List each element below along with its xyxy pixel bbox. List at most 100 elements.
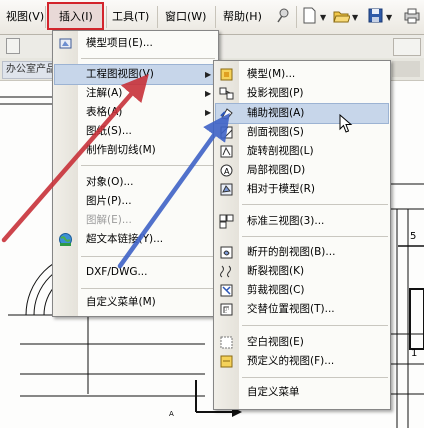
submenu-item-break-view[interactable]: 断裂视图(K) <box>214 262 390 281</box>
standard-3-view-icon <box>219 214 234 229</box>
insert-menu: 模型项目(E)... 工程图视图(V) ▶ 注解(A) ▶ 表格(A) ▶ 图纸… <box>52 30 219 317</box>
aligned-section-icon <box>220 145 233 158</box>
menu-item-label: 自定义菜单 <box>247 386 300 398</box>
submenu-item-projected-view[interactable]: 投影视图(P) <box>214 84 390 103</box>
menu-item-label: 工程图视图(V) <box>86 68 154 80</box>
drawing-view-submenu: 模型(M)... 投影视图(P) 辅助视图(A) 剖面视图(S) 旋转剖视图(L… <box>213 60 391 410</box>
detail-view-icon: A <box>220 164 233 177</box>
menu-item-label: 辅助视图(A) <box>247 107 305 119</box>
open-folder-icon[interactable] <box>333 6 350 25</box>
menu-item-tables[interactable]: 表格(A) ▶ <box>53 103 218 122</box>
menu-item-label: 注解(A) <box>86 87 123 99</box>
model-items-icon <box>59 38 72 49</box>
mouse-cursor-icon <box>339 114 353 133</box>
menu-item-section-line[interactable]: 制作剖切线(M) <box>53 141 218 160</box>
corner-mark: A <box>169 410 174 418</box>
submenu-arrow-icon: ▶ <box>205 89 212 98</box>
menu-item-label: 标准三视图(3)... <box>247 215 325 227</box>
menu-item-label: 模型(M)... <box>247 68 296 80</box>
menu-item-drawing-view[interactable]: 工程图视图(V) ▶ <box>54 64 217 85</box>
menu-item-label: 制作剖切线(M) <box>86 144 156 156</box>
submenu-item-alternate-position[interactable]: 交替位置视图(T)... <box>214 300 390 319</box>
menu-item-label: DXF/DWG... <box>86 266 148 278</box>
menu-separator <box>106 6 107 28</box>
projected-view-icon <box>219 87 234 100</box>
submenu-item-detail-view[interactable]: A 局部视图(D) <box>214 161 390 180</box>
submenu-arrow-icon: ▶ <box>205 108 212 117</box>
submenu-item-aligned-section[interactable]: 旋转剖视图(L) <box>214 142 390 161</box>
menu-item-customize-menu[interactable]: 自定义菜单(M) <box>53 293 218 312</box>
menu-item-label: 相对于模型(R) <box>247 183 315 195</box>
submenu-item-customize-menu[interactable]: 自定义菜单 <box>214 383 390 402</box>
menu-insert[interactable]: 插入(I) <box>57 9 95 25</box>
menu-item-label: 剪裁视图(C) <box>247 284 305 296</box>
new-document-icon[interactable] <box>301 6 318 25</box>
menu-separator <box>45 6 46 28</box>
menu-item-sheet[interactable]: 图纸(S)... <box>53 122 218 141</box>
menu-item-hyperlink[interactable]: 超文本链接(Y)... <box>53 230 218 249</box>
submenu-item-predefined-view[interactable]: 预定义的视图(F)... <box>214 352 390 371</box>
menu-item-label: 图纸(S)... <box>86 125 132 137</box>
dimension-label-top: 5 <box>410 231 417 242</box>
view-toolbar-icon[interactable] <box>392 61 420 77</box>
menu-item-label: 空白视图(E) <box>247 336 304 348</box>
menu-item-picture[interactable]: 图片(P)... <box>53 192 218 211</box>
menu-item-label: 图解(E)... <box>86 214 132 226</box>
menu-tools[interactable]: 工具(T) <box>110 9 151 25</box>
alternate-position-icon <box>220 303 233 316</box>
new-dropdown-icon[interactable]: ▼ <box>320 13 326 22</box>
menu-separator <box>81 256 215 257</box>
menu-window[interactable]: 窗口(W) <box>163 9 208 25</box>
menu-item-label: 局部视图(D) <box>247 164 306 176</box>
menu-help[interactable]: 帮助(H) <box>221 9 264 25</box>
menu-separator <box>242 204 388 205</box>
menu-item-label: 表格(A) <box>86 106 123 118</box>
submenu-item-empty-view[interactable]: 空白视图(E) <box>214 333 390 352</box>
section-view-icon <box>220 126 233 139</box>
relative-view-icon <box>220 183 233 196</box>
menu-separator <box>215 6 216 28</box>
submenu-item-model-view[interactable]: 模型(M)... <box>214 65 390 84</box>
empty-view-icon <box>220 336 233 349</box>
hyperlink-globe-icon <box>59 233 72 246</box>
broken-out-section-icon <box>220 246 233 259</box>
menu-view[interactable]: 视图(V) <box>4 9 46 25</box>
pin-icon[interactable] <box>276 6 293 25</box>
toolbar-handle-icon[interactable] <box>6 38 20 54</box>
open-dropdown-icon[interactable]: ▼ <box>352 13 358 22</box>
menu-separator <box>242 377 388 378</box>
save-icon[interactable] <box>367 6 384 25</box>
menu-separator <box>81 165 215 166</box>
menu-item-model-items[interactable]: 模型项目(E)... <box>53 34 218 53</box>
crop-view-icon <box>220 284 233 297</box>
menu-item-label: 自定义菜单(M) <box>86 296 156 308</box>
submenu-item-section-view[interactable]: 剖面视图(S) <box>214 123 390 142</box>
menu-item-label: 预定义的视图(F)... <box>247 355 335 367</box>
menu-separator <box>81 288 215 289</box>
menu-item-label: 超文本链接(Y)... <box>86 233 164 245</box>
toolbar-separator <box>296 6 297 28</box>
menu-separator <box>81 58 215 59</box>
submenu-item-relative-to-model[interactable]: 相对于模型(R) <box>214 180 390 199</box>
svg-text:A: A <box>224 167 230 176</box>
submenu-item-standard-3-view[interactable]: 标准三视图(3)... <box>214 212 390 231</box>
print-icon[interactable] <box>403 6 420 25</box>
menu-item-label: 模型项目(E)... <box>86 37 153 49</box>
model-view-icon <box>220 68 233 81</box>
menu-item-label: 对象(O)... <box>86 176 134 188</box>
save-dropdown-icon[interactable]: ▼ <box>386 13 392 22</box>
menu-item-label: 剖面视图(S) <box>247 126 304 138</box>
toolbar-end-icon[interactable] <box>393 38 421 56</box>
menu-item-object[interactable]: 对象(O)... <box>53 173 218 192</box>
submenu-item-auxiliary-view[interactable]: 辅助视图(A) <box>215 103 389 124</box>
break-view-icon <box>220 265 231 278</box>
dimension-label-bottom: 1 <box>411 348 418 359</box>
menu-item-annotations[interactable]: 注解(A) ▶ <box>53 84 218 103</box>
submenu-arrow-icon: ▶ <box>205 70 212 79</box>
auxiliary-view-icon <box>220 108 233 120</box>
menu-item-dxf-dwg[interactable]: DXF/DWG... <box>53 263 218 282</box>
submenu-item-broken-out-section[interactable]: 断开的剖视图(B)... <box>214 243 390 262</box>
menu-item-diagram: 图解(E)... <box>53 211 218 230</box>
submenu-item-crop-view[interactable]: 剪裁视图(C) <box>214 281 390 300</box>
menu-separator <box>242 236 388 237</box>
